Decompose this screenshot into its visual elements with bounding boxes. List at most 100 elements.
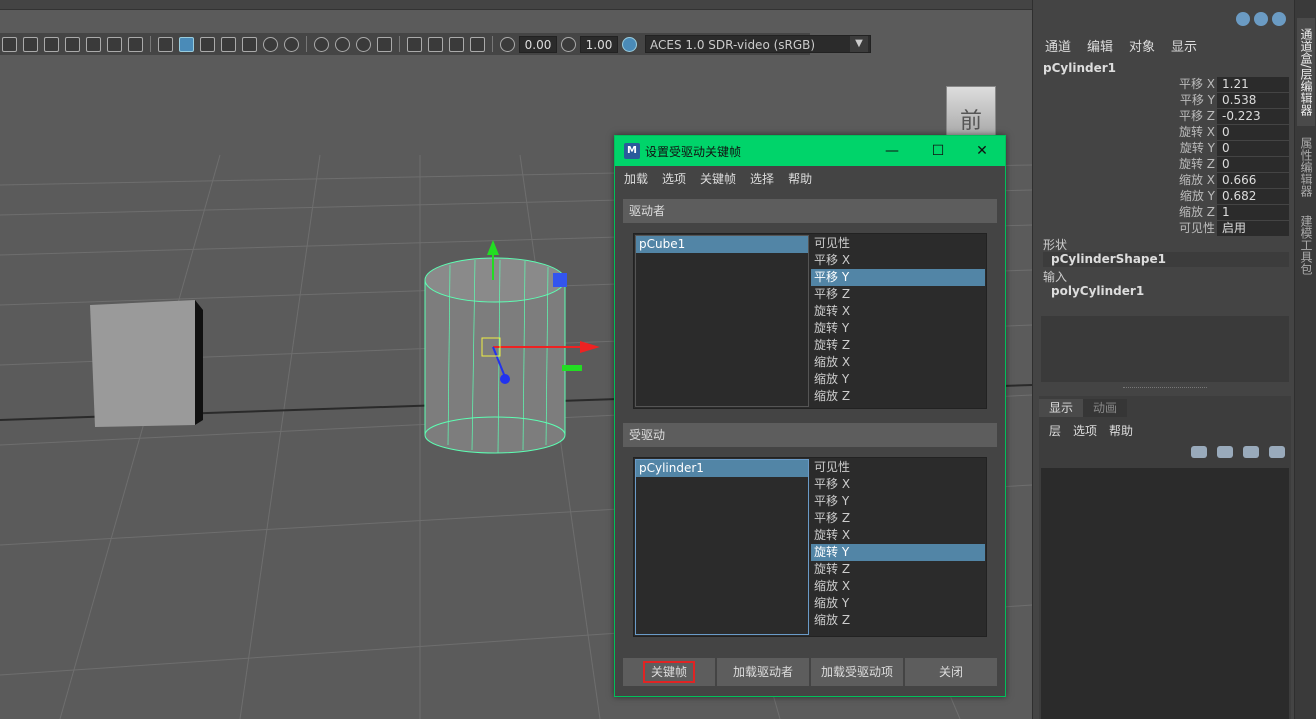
close-button[interactable]: 关闭 bbox=[905, 658, 997, 686]
panel-splitter[interactable] bbox=[1123, 387, 1207, 389]
driver-attr-translate-z[interactable]: 平移 Z bbox=[811, 286, 985, 303]
layer-list[interactable] bbox=[1041, 468, 1289, 719]
menu-select[interactable]: 选择 bbox=[750, 170, 774, 187]
attr-value[interactable]: 0.682 bbox=[1217, 189, 1289, 204]
chevron-down-icon[interactable]: ▼ bbox=[850, 36, 868, 52]
exposure-field[interactable]: 0.00 bbox=[519, 35, 557, 53]
ambient-occlusion-icon[interactable] bbox=[314, 36, 329, 52]
driven-object-list[interactable]: pCylinder1 bbox=[635, 459, 809, 635]
gate-mask-icon[interactable] bbox=[65, 36, 80, 52]
xray-joints-icon[interactable] bbox=[449, 36, 464, 52]
side-tab-channel-box[interactable]: 通道盒/层编辑器 bbox=[1297, 18, 1315, 126]
attr-row-translate-z[interactable]: 平移 Z -0.223 bbox=[1033, 108, 1295, 124]
driver-attr-translate-y[interactable]: 平移 Y bbox=[811, 269, 985, 286]
film-gate-icon[interactable] bbox=[23, 36, 38, 52]
new-layer-icon[interactable] bbox=[1243, 446, 1259, 458]
minimize-icon[interactable]: — bbox=[869, 136, 915, 166]
menu-edit[interactable]: 编辑 bbox=[1087, 36, 1113, 55]
attr-row-translate-y[interactable]: 平移 Y 0.538 bbox=[1033, 92, 1295, 108]
attr-value[interactable]: -0.223 bbox=[1217, 109, 1289, 124]
menu-show[interactable]: 显示 bbox=[1171, 36, 1197, 55]
attr-value[interactable]: 0 bbox=[1217, 157, 1289, 172]
driven-attr-translate-z[interactable]: 平移 Z bbox=[811, 510, 985, 527]
manipulator-icon[interactable] bbox=[1254, 12, 1268, 26]
driver-object-item[interactable]: pCube1 bbox=[636, 236, 808, 253]
driver-attr-scale-x[interactable]: 缩放 X bbox=[811, 354, 985, 371]
field-chart-icon[interactable] bbox=[86, 36, 101, 52]
move-layer-down-icon[interactable] bbox=[1217, 446, 1233, 458]
attr-value[interactable]: 0 bbox=[1217, 141, 1289, 156]
cube-object[interactable] bbox=[90, 300, 203, 427]
menu-help[interactable]: 帮助 bbox=[1109, 422, 1133, 439]
tab-animation[interactable]: 动画 bbox=[1083, 399, 1128, 417]
grid-icon[interactable] bbox=[2, 36, 17, 52]
object-name[interactable]: pCylinder1 bbox=[1043, 61, 1116, 75]
smooth-shade-icon[interactable] bbox=[179, 36, 194, 52]
depth-of-field-icon[interactable] bbox=[377, 36, 392, 52]
speed-icon[interactable] bbox=[1272, 12, 1286, 26]
driver-attr-scale-z[interactable]: 缩放 Z bbox=[811, 388, 985, 405]
attr-value[interactable]: 1.21 bbox=[1217, 77, 1289, 92]
move-layer-up-icon[interactable] bbox=[1191, 446, 1207, 458]
new-layer-from-selection-icon[interactable] bbox=[1269, 446, 1285, 458]
attr-value[interactable]: 0 bbox=[1217, 125, 1289, 140]
close-icon[interactable]: ✕ bbox=[959, 136, 1005, 166]
attr-value[interactable]: 0.538 bbox=[1217, 93, 1289, 108]
resolution-gate-icon[interactable] bbox=[44, 36, 59, 52]
load-driver-button[interactable]: 加载驱动者 bbox=[717, 658, 809, 686]
menu-channels[interactable]: 通道 bbox=[1045, 36, 1071, 55]
driven-attr-translate-x[interactable]: 平移 X bbox=[811, 476, 985, 493]
color-management-icon[interactable] bbox=[622, 36, 637, 52]
driven-attr-scale-z[interactable]: 缩放 Z bbox=[811, 612, 985, 629]
driver-attr-rotate-x[interactable]: 旋转 X bbox=[811, 303, 985, 320]
exposure-icon[interactable] bbox=[500, 36, 515, 52]
menu-layers[interactable]: 层 bbox=[1049, 422, 1061, 439]
driven-attr-scale-x[interactable]: 缩放 X bbox=[811, 578, 985, 595]
shadows-icon[interactable] bbox=[284, 36, 299, 52]
driver-attr-visibility[interactable]: 可见性 bbox=[811, 235, 985, 252]
attr-value[interactable]: 1 bbox=[1217, 205, 1289, 220]
safe-action-icon[interactable] bbox=[107, 36, 122, 52]
side-tab-attribute-editor[interactable]: 属性编辑器 bbox=[1297, 132, 1315, 202]
driver-attr-scale-y[interactable]: 缩放 Y bbox=[811, 371, 985, 388]
attr-row-rotate-y[interactable]: 旋转 Y0 bbox=[1033, 140, 1295, 156]
view-cube[interactable]: 前 bbox=[946, 86, 996, 136]
attr-value[interactable]: 启用 bbox=[1217, 221, 1289, 236]
isolate-select-icon[interactable] bbox=[407, 36, 422, 52]
xray-components-icon[interactable] bbox=[470, 36, 485, 52]
color-space-dropdown[interactable]: ACES 1.0 SDR-video (sRGB) ▼ bbox=[645, 35, 871, 53]
menu-options[interactable]: 选项 bbox=[662, 170, 686, 187]
driver-attr-rotate-y[interactable]: 旋转 Y bbox=[811, 320, 985, 337]
driven-object-item[interactable]: pCylinder1 bbox=[636, 460, 808, 477]
driven-attr-rotate-x[interactable]: 旋转 X bbox=[811, 527, 985, 544]
wireframe-icon[interactable] bbox=[158, 36, 173, 52]
driven-attribute-list[interactable]: 可见性 平移 X 平移 Y 平移 Z 旋转 X 旋转 Y 旋转 Z 缩放 X 缩… bbox=[811, 459, 985, 635]
load-driven-button[interactable]: 加载受驱动项 bbox=[811, 658, 903, 686]
attr-row-scale-x[interactable]: 缩放 X 0.666 bbox=[1033, 172, 1295, 188]
input-node[interactable]: polyCylinder1 bbox=[1043, 284, 1289, 299]
attr-row-translate-x[interactable]: 平移 X 1.21 bbox=[1033, 76, 1295, 92]
wireframe-on-shaded-icon[interactable] bbox=[200, 36, 215, 52]
tab-display[interactable]: 显示 bbox=[1039, 399, 1084, 417]
menu-object[interactable]: 对象 bbox=[1129, 36, 1155, 55]
safe-title-icon[interactable] bbox=[128, 36, 143, 52]
driven-attr-scale-y[interactable]: 缩放 Y bbox=[811, 595, 985, 612]
xray-icon[interactable] bbox=[428, 36, 443, 52]
menu-load[interactable]: 加载 bbox=[624, 170, 648, 187]
driven-attr-visibility[interactable]: 可见性 bbox=[811, 459, 985, 476]
textured-icon[interactable] bbox=[242, 36, 257, 52]
driven-attr-rotate-z[interactable]: 旋转 Z bbox=[811, 561, 985, 578]
gamma-icon[interactable] bbox=[561, 36, 576, 52]
driven-attr-rotate-y[interactable]: 旋转 Y bbox=[811, 544, 985, 561]
driver-attr-translate-x[interactable]: 平移 X bbox=[811, 252, 985, 269]
attr-row-scale-z[interactable]: 缩放 Z1 bbox=[1033, 204, 1295, 220]
default-material-icon[interactable] bbox=[221, 36, 236, 52]
driver-attribute-list[interactable]: 可见性 平移 X 平移 Y 平移 Z 旋转 X 旋转 Y 旋转 Z 缩放 X 缩… bbox=[811, 235, 985, 407]
side-tab-modeling-toolkit[interactable]: 建模工具包 bbox=[1297, 214, 1315, 276]
driver-attr-rotate-z[interactable]: 旋转 Z bbox=[811, 337, 985, 354]
menu-key[interactable]: 关键帧 bbox=[700, 170, 736, 187]
attr-row-rotate-x[interactable]: 旋转 X0 bbox=[1033, 124, 1295, 140]
anti-aliasing-icon[interactable] bbox=[356, 36, 371, 52]
driver-object-list[interactable]: pCube1 bbox=[635, 235, 809, 407]
key-button[interactable]: 关键帧 bbox=[623, 658, 715, 686]
